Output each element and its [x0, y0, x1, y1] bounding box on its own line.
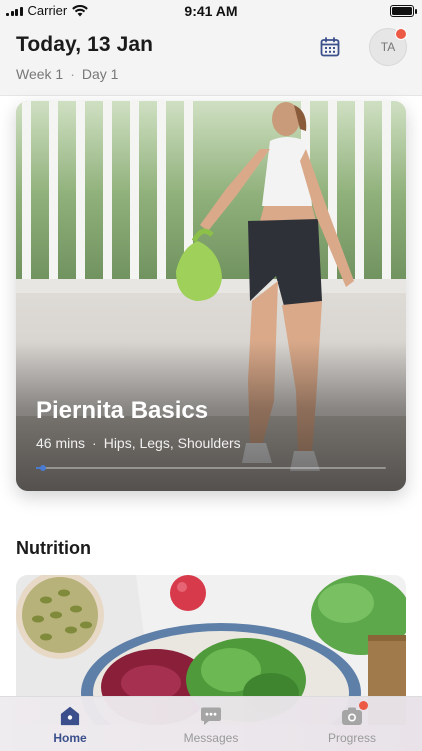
message-icon	[201, 707, 221, 725]
home-icon	[60, 706, 80, 726]
day-label: Day 1	[81, 66, 119, 82]
tab-messages-label: Messages	[183, 731, 239, 745]
week-label: Week 1	[16, 66, 64, 82]
separator-dot: ·	[70, 66, 75, 82]
calendar-icon	[320, 37, 340, 57]
avatar-initials: TA	[380, 40, 396, 54]
tab-bar: Home Messages Progress	[0, 696, 422, 751]
progress-knob	[40, 465, 46, 471]
progress-notification-badge	[359, 701, 368, 710]
avatar[interactable]: TA	[369, 28, 407, 66]
battery-icon	[390, 5, 417, 17]
header: Today, 13 Jan Week 1 · Day 1 TA	[0, 22, 422, 96]
status-bar: Carrier 9:41 AM	[0, 0, 422, 22]
page-title: Today, 13 Jan	[16, 33, 154, 56]
workout-title: Piernita Basics	[36, 397, 209, 424]
workout-card[interactable]: Piernita Basics 46 mins · Hips, Legs, Sh…	[16, 101, 406, 491]
nutrition-section-title: Nutrition	[16, 538, 91, 558]
separator-dot: ·	[92, 435, 97, 451]
notification-badge	[395, 28, 407, 40]
status-time: 9:41 AM	[184, 3, 238, 19]
workout-meta: 46 mins · Hips, Legs, Shoulders	[36, 435, 241, 451]
workout-duration: 46 mins	[36, 435, 86, 451]
workout-progress-bar	[36, 465, 386, 471]
calendar-button[interactable]	[317, 34, 343, 60]
week-day-subtitle: Week 1 · Day 1	[16, 66, 118, 82]
tab-messages[interactable]: Messages	[141, 697, 281, 751]
tab-progress-label: Progress	[327, 731, 377, 745]
tab-progress[interactable]: Progress	[282, 697, 422, 751]
tab-home-label: Home	[53, 731, 87, 745]
workout-focus: Hips, Legs, Shoulders	[103, 435, 241, 451]
tab-home[interactable]: Home	[0, 697, 140, 751]
